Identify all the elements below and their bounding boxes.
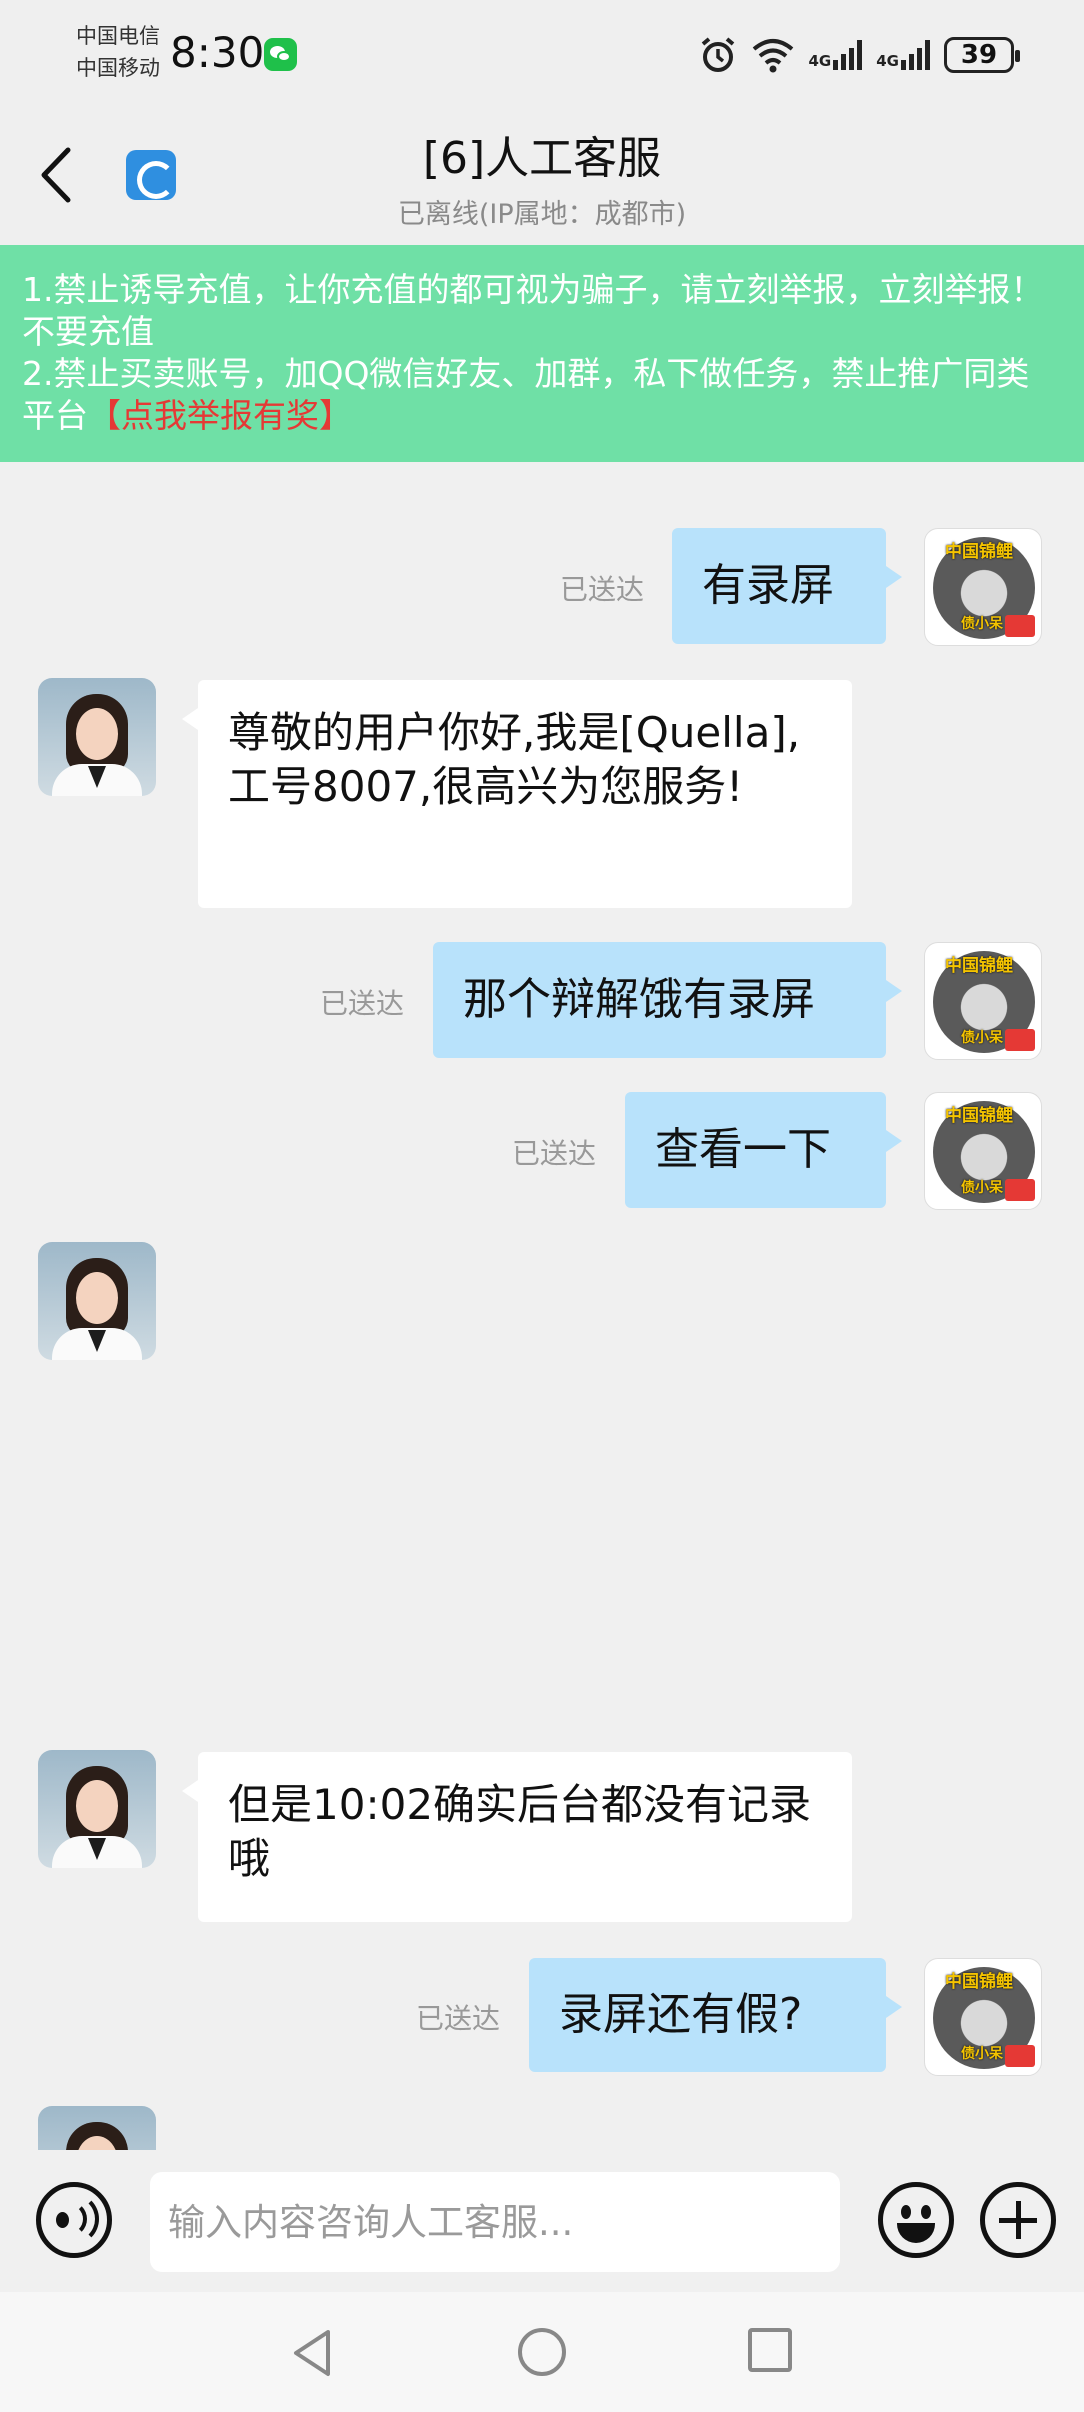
- avatar-badge-bottom: 债小呆: [961, 616, 1003, 632]
- agent-avatar[interactable]: [38, 678, 156, 796]
- avatar-badge-bottom: 债小呆: [961, 1180, 1003, 1196]
- report-link[interactable]: 【点我举报有奖】: [88, 396, 352, 435]
- message-bubble-mine[interactable]: 查看一下: [625, 1092, 902, 1208]
- network-type-2: 4G: [876, 52, 899, 70]
- nav-recents-icon[interactable]: [748, 2328, 792, 2372]
- agent-avatar[interactable]: [38, 2106, 156, 2150]
- wechat-icon: [264, 38, 297, 71]
- carrier-label-2: 中国移动: [76, 56, 160, 80]
- nav-back-icon[interactable]: [290, 2328, 336, 2378]
- user-avatar[interactable]: 中国锦鲤 债小呆: [924, 1958, 1042, 2076]
- page-title: [6]人工客服: [422, 133, 662, 184]
- status-time: 8:30: [170, 28, 265, 77]
- avatar-badge-top: 中国锦鲤: [945, 956, 1013, 976]
- battery-icon: 39: [944, 37, 1020, 73]
- nav-home-icon[interactable]: [518, 2328, 566, 2376]
- voice-input-icon[interactable]: [36, 2182, 112, 2258]
- message-bubble-agent[interactable]: 但是10:02确实后台都没有记录哦: [182, 1752, 852, 1922]
- status-icons: 4G 4G 39: [699, 34, 1020, 76]
- wifi-icon: [752, 39, 793, 73]
- delivered-status: 已送达: [512, 1137, 597, 1170]
- message-bubble-agent[interactable]: 尊敬的用户你好,我是[Quella],工号8007,很高兴为您服务!: [182, 680, 852, 908]
- delivered-status: 已送达: [416, 2002, 501, 2035]
- agent-avatar-partial: [38, 2106, 156, 2150]
- carrier-label-1: 中国电信: [76, 24, 160, 48]
- user-avatar[interactable]: 中国锦鲤 债小呆: [924, 528, 1042, 646]
- signal-icon: 4G: [809, 40, 863, 70]
- warning-notice: 1.禁止诱导充值，让你充值的都可视为骗子，请立刻举报，立刻举报！不要充值 2.禁…: [0, 245, 1084, 462]
- signal-icon: 4G: [876, 40, 930, 70]
- emoji-icon[interactable]: [878, 2182, 954, 2258]
- add-attachment-icon[interactable]: [980, 2182, 1056, 2258]
- avatar-badge-bottom: 债小呆: [961, 2046, 1003, 2062]
- avatar-badge-top: 中国锦鲤: [945, 1106, 1013, 1126]
- network-type-1: 4G: [808, 52, 832, 70]
- message-bubble-mine[interactable]: 录屏还有假?: [529, 1958, 902, 2072]
- message-bubble-mine[interactable]: 有录屏: [672, 528, 902, 644]
- avatar-badge-bottom: 债小呆: [961, 1030, 1003, 1046]
- message-bubble-mine[interactable]: 那个辩解饿有录屏: [433, 942, 902, 1058]
- status-bar: 中国电信 中国移动 8:30 4G 4G 39: [0, 0, 1084, 110]
- agent-avatar[interactable]: [38, 1750, 156, 1868]
- agent-avatar[interactable]: [38, 1242, 156, 1360]
- message-input[interactable]: [150, 2172, 840, 2272]
- user-avatar[interactable]: 中国锦鲤 债小呆: [924, 1092, 1042, 1210]
- avatar-badge-top: 中国锦鲤: [945, 1972, 1013, 1992]
- delivered-status: 已送达: [320, 987, 405, 1020]
- alarm-icon: [701, 37, 734, 72]
- user-avatar[interactable]: 中国锦鲤 债小呆: [924, 942, 1042, 1060]
- notice-line-2: 2.禁止买卖账号，加QQ微信好友、加群，私下做任务，禁止推广同类平台【点我举报有…: [22, 353, 1062, 437]
- avatar-badge-top: 中国锦鲤: [945, 542, 1013, 562]
- delivered-status: 已送达: [560, 573, 645, 606]
- online-status: 已离线(IP属地：成都市): [397, 199, 687, 230]
- notice-line-1: 1.禁止诱导充值，让你充值的都可视为骗子，请立刻举报，立刻举报！不要充值: [22, 270, 1044, 351]
